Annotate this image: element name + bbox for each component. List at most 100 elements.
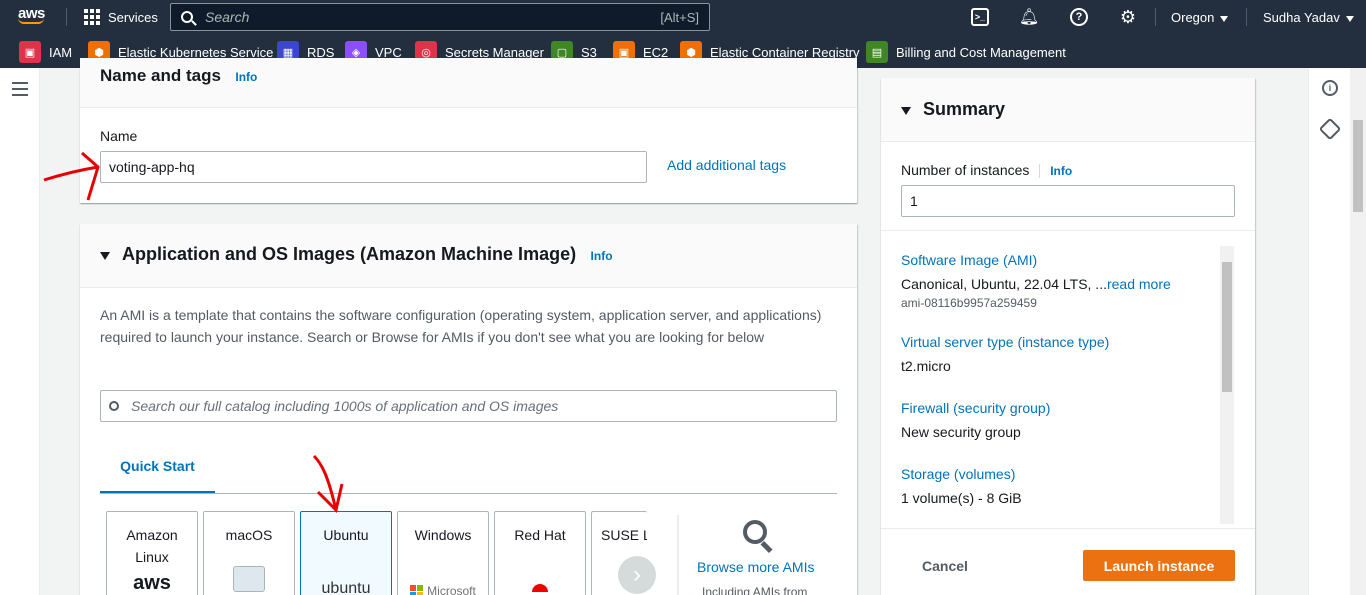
panel-header[interactable]: Summary — [881, 78, 1255, 142]
instance-type-value: t2.micro — [901, 358, 951, 374]
cancel-button[interactable]: Cancel — [922, 558, 968, 574]
hexagon-icon[interactable] — [1318, 117, 1342, 141]
tab-divider — [100, 493, 837, 494]
aws-logo[interactable]: aws — [18, 5, 45, 24]
panel-title: Summary — [923, 99, 1006, 119]
browse-more-amis-link[interactable]: Browse more AMIs — [697, 559, 814, 575]
services-menu-button[interactable]: Services — [84, 9, 158, 25]
page-scrollbar[interactable] — [1350, 68, 1366, 595]
magnifier-handle — [760, 540, 773, 554]
bell-icon[interactable]: 🔔︎ — [1019, 8, 1039, 26]
software-image-link[interactable]: Software Image (AMI) — [901, 248, 1221, 272]
finder-icon — [233, 566, 265, 592]
caret-down-icon — [901, 106, 911, 115]
instance-type-link[interactable]: Virtual server type (instance type) — [901, 330, 1221, 354]
menu-icon[interactable] — [12, 82, 28, 100]
services-label: Services — [108, 9, 158, 25]
firewall-link[interactable]: Firewall (security group) — [901, 396, 1221, 420]
tile-macos[interactable]: macOS — [203, 511, 295, 595]
read-more-link[interactable]: read more — [1107, 276, 1171, 292]
region-label: Oregon — [1171, 10, 1215, 25]
favorite-billing[interactable]: ▤ Billing and Cost Management — [866, 41, 1066, 63]
region-selector[interactable]: Oregon — [1171, 10, 1229, 25]
grid-icon — [84, 9, 100, 25]
browse-more-subtext: Including AMIs from — [702, 585, 808, 595]
divider — [881, 230, 1255, 231]
favorite-iam[interactable]: ▣ IAM — [19, 41, 72, 63]
divider — [677, 515, 679, 595]
account-menu[interactable]: Sudha Yadav — [1263, 10, 1354, 25]
tile-label: Amazon Linux — [126, 527, 178, 565]
ami-description: An AMI is a template that contains the s… — [100, 307, 822, 345]
divider — [66, 8, 67, 26]
panel-title: Application and OS Images (Amazon Machin… — [122, 244, 577, 264]
info-link[interactable]: Info — [235, 70, 257, 84]
name-label: Name — [100, 128, 138, 144]
top-navigation: aws Services Search [Alt+S] >_ 🔔︎ ? ⚙ Or… — [0, 0, 1366, 34]
aws-logo-text: aws — [18, 5, 45, 22]
summary-panel: Summary Number of instances Info 1 Softw… — [881, 78, 1255, 595]
tile-label: Windows — [414, 527, 472, 543]
ubuntu-logo: ubuntu — [321, 580, 371, 595]
panel-header[interactable]: Application and OS Images (Amazon Machin… — [80, 224, 857, 288]
cloudshell-icon[interactable]: >_ — [971, 8, 989, 26]
info-link[interactable]: Info — [591, 249, 613, 263]
windows-icon — [410, 584, 424, 595]
search-icon — [181, 11, 193, 23]
tile-label: macOS — [225, 527, 273, 543]
tile-windows[interactable]: Windows Microsoft — [397, 511, 489, 595]
summary-scrollbar[interactable] — [1220, 246, 1234, 524]
scrollbar-thumb[interactable] — [1222, 262, 1232, 392]
scrollbar-thumb[interactable] — [1353, 120, 1363, 212]
storage-link[interactable]: Storage (volumes) — [901, 462, 1221, 486]
software-image-row: Canonical, Ubuntu, 22.04 LTS, ...read mo… — [901, 272, 1221, 296]
ami-id: ami-08116b9957a259459 — [901, 296, 1037, 310]
panel-title: Name and tags — [100, 66, 221, 85]
instances-value: 1 — [910, 193, 918, 209]
firewall-value: New security group — [901, 424, 1021, 440]
tile-label: Red Hat — [514, 527, 566, 543]
right-utility-rail: i — [1308, 68, 1350, 595]
red-hat-logo — [532, 584, 548, 592]
chevron-right-icon[interactable]: › — [618, 556, 656, 594]
summary-details: Software Image (AMI) Canonical, Ubuntu, … — [901, 248, 1221, 510]
name-and-tags-panel: Name and tags Info Name voting-app-hq Ad… — [80, 58, 857, 203]
tile-red-hat[interactable]: Red Hat — [494, 511, 586, 595]
favorite-label: Billing and Cost Management — [896, 44, 1066, 60]
chevron-down-icon — [1220, 15, 1229, 22]
side-navigation — [0, 68, 40, 595]
panel-header: Name and tags Info — [80, 58, 857, 108]
favorite-label: IAM — [49, 44, 73, 60]
launch-instance-button[interactable]: Launch instance — [1083, 550, 1235, 581]
search-shortcut: [Alt+S] — [660, 9, 699, 25]
software-image-value: Canonical, Ubuntu, 22.04 LTS, ... — [901, 276, 1107, 292]
divider — [1246, 8, 1247, 26]
tile-ubuntu[interactable]: Ubuntu ubuntu — [300, 511, 392, 595]
info-icon[interactable]: i — [1322, 80, 1338, 96]
gear-icon[interactable]: ⚙ — [1119, 7, 1137, 27]
divider — [881, 528, 1255, 529]
tab-quick-start[interactable]: Quick Start — [100, 458, 215, 474]
search-icon — [109, 401, 119, 411]
add-tags-link[interactable]: Add additional tags — [667, 157, 786, 173]
tile-label: SUSE Li — [601, 527, 647, 543]
billing-icon: ▤ — [866, 41, 888, 63]
caret-down-icon — [100, 251, 110, 260]
name-input[interactable]: voting-app-hq — [100, 151, 647, 183]
storage-value: 1 volume(s) - 8 GiB — [901, 490, 1022, 506]
instances-input[interactable]: 1 — [901, 185, 1235, 217]
iam-icon: ▣ — [19, 41, 41, 63]
info-link[interactable]: Info — [1050, 164, 1072, 178]
instances-label-row: Number of instances Info — [901, 162, 1072, 179]
instances-label: Number of instances — [901, 162, 1030, 178]
microsoft-logo-text: Microsoft — [427, 584, 476, 595]
microsoft-logo: Microsoft — [398, 580, 488, 595]
aws-logo: aws — [133, 572, 171, 594]
tile-amazon-linux[interactable]: Amazon Linux aws — [106, 511, 198, 595]
help-icon[interactable]: ? — [1070, 8, 1088, 26]
global-search-input[interactable]: Search [Alt+S] — [170, 3, 710, 31]
ami-search-input[interactable]: Search our full catalog including 1000s … — [100, 390, 837, 422]
annotation-arrow — [43, 151, 100, 201]
tile-label: Ubuntu — [323, 527, 369, 543]
search-placeholder: Search — [205, 9, 250, 25]
